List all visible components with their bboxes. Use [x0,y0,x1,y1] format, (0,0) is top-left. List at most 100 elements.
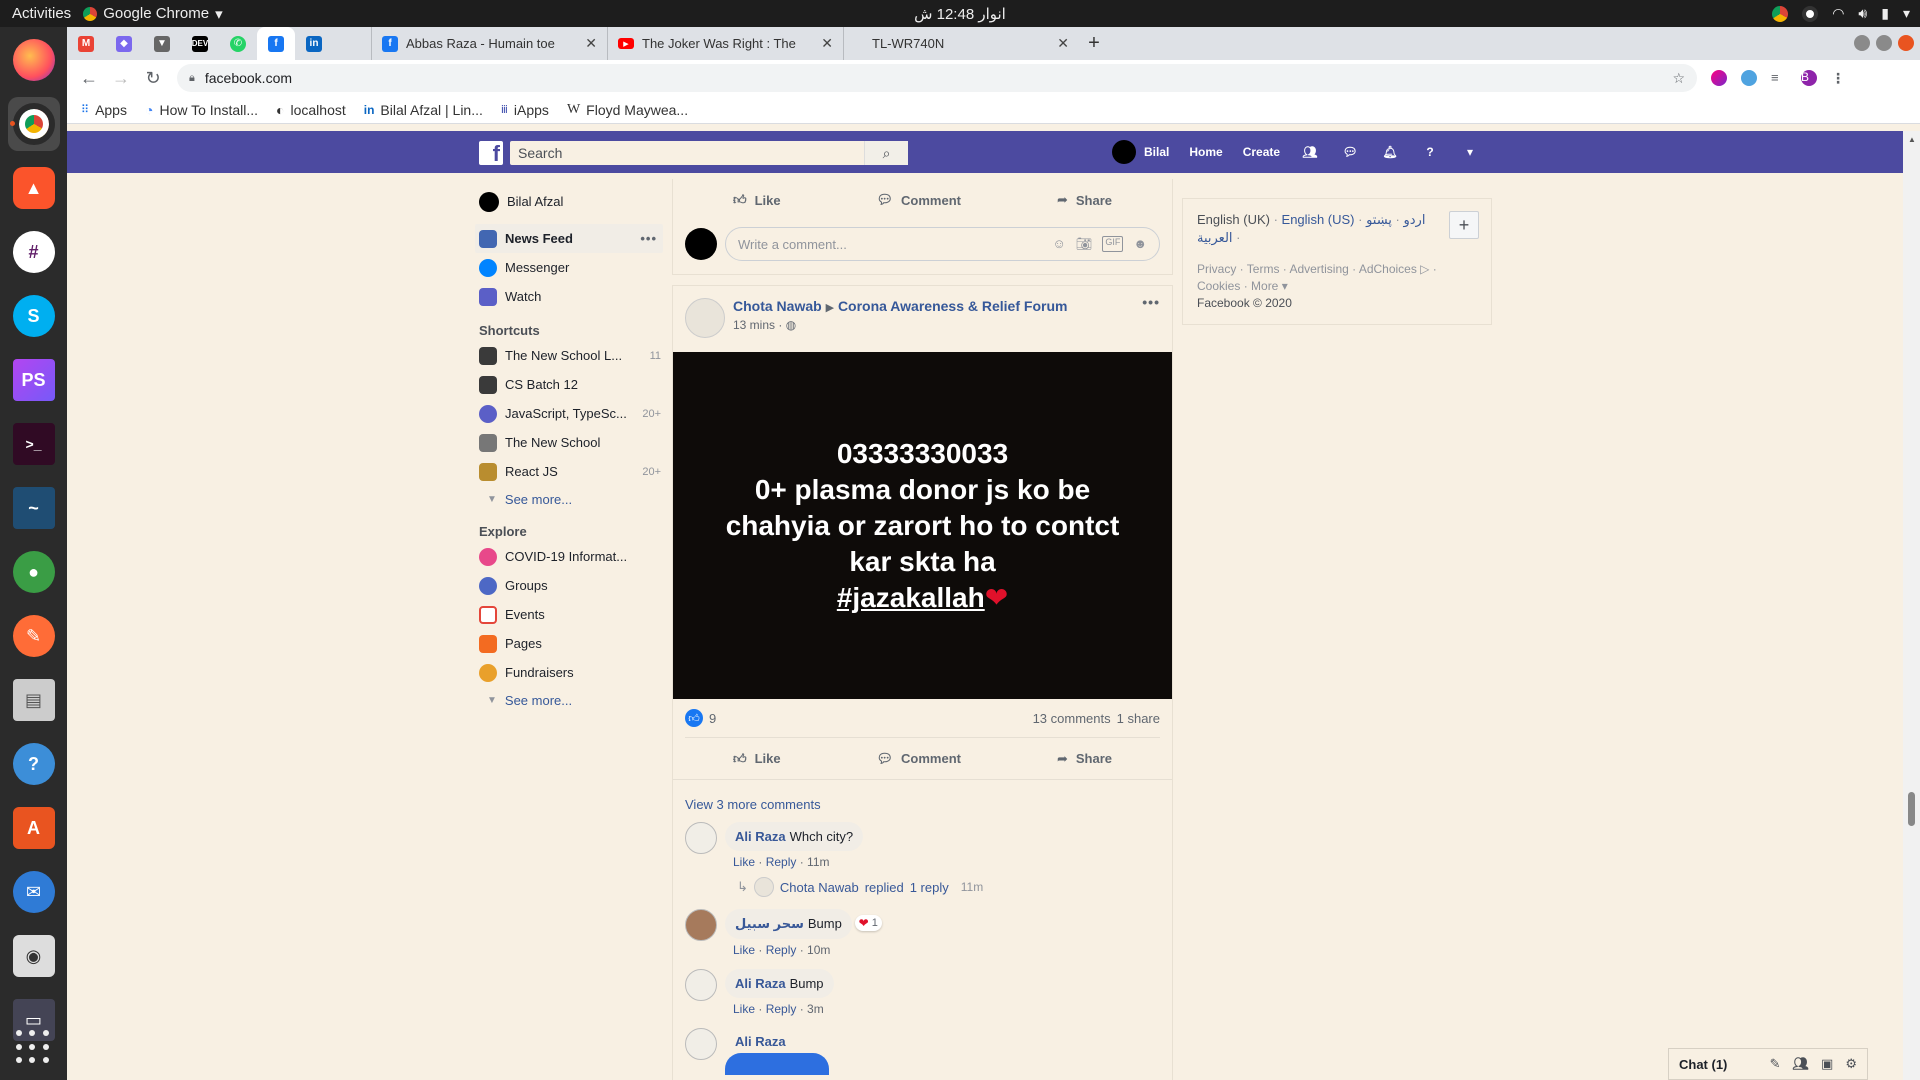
comment-time[interactable]: 11m [807,855,829,869]
profile-avatar[interactable]: B [1801,70,1817,86]
likes-count[interactable]: 9 [709,711,716,726]
tab-router[interactable]: TL-WR740N ✕ [843,27,1079,60]
tab-clickup[interactable]: ◆ [105,27,143,60]
dock-phpstorm[interactable]: PS [8,353,60,407]
new-group-icon[interactable]: 👥︎ [1793,1056,1810,1072]
bookmark-linkedin[interactable]: in Bilal Afzal | Lin... [364,102,483,118]
bookmark-iapps[interactable]: ⅲ iApps [501,102,549,118]
extension-search-icon[interactable] [1741,70,1757,86]
explore-item-covid[interactable]: COVID-19 Informat... [475,542,663,571]
dock-firefox[interactable] [8,33,60,87]
address-bar[interactable]: 🔒︎ facebook.com ☆ [177,64,1697,92]
explore-item-events[interactable]: Events [475,600,663,629]
bookmark-floyd[interactable]: W Floyd Maywea... [567,102,688,118]
chevron-down-icon[interactable]: ▾ [1903,5,1910,22]
shares-count[interactable]: 1 share [1117,711,1160,726]
gear-icon[interactable]: ⚙ [1845,1056,1857,1072]
camera-icon[interactable]: 📷︎ [1076,236,1093,252]
bookmark-apps[interactable]: ⠿ Apps [81,102,127,118]
menu-kebab-icon[interactable]: ⋮ [1831,70,1847,86]
dock-rhythmbox[interactable]: ◉ [8,929,60,983]
comment-time[interactable]: 10m [807,943,830,957]
shortcut-item[interactable]: React JS 20+ [475,457,663,486]
tab-blank[interactable] [333,27,371,60]
dock-brave[interactable]: ▲ [8,161,60,215]
comments-count[interactable]: 13 comments [1033,711,1111,726]
comment-reply-link[interactable]: Reply [766,1002,797,1016]
post-author[interactable]: Chota Nawab [733,298,822,314]
more-languages-button[interactable]: + [1449,211,1479,239]
wifi-icon[interactable]: ◠ [1832,5,1844,22]
facebook-logo[interactable]: f [479,141,503,165]
dock-help[interactable]: ? [8,737,60,791]
dock-files[interactable]: ▤ [8,673,60,727]
tab-facebook[interactable]: f [257,27,295,60]
footer-line[interactable]: Cookies · More ▾ [1197,278,1477,295]
new-tab-button[interactable]: + [1079,27,1109,60]
scroll-up-icon[interactable]: ▲ [1908,135,1916,144]
explore-see-more[interactable]: ▼ See more... [475,687,663,713]
extension-moon-icon[interactable] [1711,70,1727,86]
tab-dev[interactable]: DEV [181,27,219,60]
commenter-name[interactable]: Ali Raza [735,976,786,991]
scrollbar-thumb[interactable] [1908,792,1915,826]
back-icon[interactable]: ← [73,68,105,89]
commenter-avatar[interactable] [685,969,717,1001]
new-message-icon[interactable]: ✎ [1770,1056,1781,1072]
shortcut-item[interactable]: CS Batch 12 [475,370,663,399]
media-control-icon[interactable]: ≡ [1771,70,1787,86]
dock-postman[interactable]: ✎ [8,609,60,663]
post-time[interactable]: 13 mins [733,318,775,332]
create-link[interactable]: Create [1243,145,1280,159]
shortcut-item[interactable]: The New School [475,428,663,457]
bookmark-localhost[interactable]: ◐ localhost [276,102,346,118]
explore-item-pages[interactable]: Pages [475,629,663,658]
footer-line[interactable]: Privacy · Terms · Advertising · AdChoice… [1197,261,1477,278]
language-link[interactable]: پښتو [1366,212,1392,227]
post-options-icon[interactable]: ••• [1142,294,1160,310]
shortcuts-see-more[interactable]: ▼ See more... [475,486,663,512]
dock-thunderbird[interactable]: ✉ [8,865,60,919]
bookmark-how-to-install[interactable]: ◔ How To Install... [145,102,258,118]
tab-gmail[interactable]: M [67,27,105,60]
minimize-button[interactable] [1854,35,1870,51]
commenter-name[interactable]: سحر سبیل [735,916,804,931]
explore-item-groups[interactable]: Groups [475,571,663,600]
search-button[interactable]: ⌕ [864,141,908,165]
comment-button[interactable]: 💬︎ Comment [877,751,961,767]
show-applications-button[interactable] [15,1030,52,1066]
gif-icon[interactable]: GIF [1102,236,1124,252]
comment-like-link[interactable]: Like [733,943,755,957]
chrome-tray-icon[interactable] [1772,5,1789,22]
account-chevron-icon[interactable]: ▾ [1460,142,1480,162]
dock-chrome[interactable] [7,97,60,151]
emoji-icon[interactable]: ☺ [1053,236,1066,252]
replies-summary[interactable]: ↳ Chota Nawab replied 1 reply 11m [737,877,1160,897]
like-button[interactable]: 👍︎ Like [733,751,781,767]
tab-abbas-raza[interactable]: f Abbas Raza - Humain toe ✕ [371,27,607,60]
comment-like-link[interactable]: Like [733,855,755,869]
battery-icon[interactable]: ▮ [1881,5,1889,22]
author-avatar[interactable] [685,298,725,338]
post-group[interactable]: Corona Awareness & Relief Forum [838,298,1068,314]
language-link[interactable]: اردو [1403,212,1425,227]
language-link[interactable]: English (US) [1282,212,1355,227]
tab-whatsapp[interactable]: ✆ [219,27,257,60]
messenger-icon[interactable]: 💬︎ [1340,142,1360,162]
facebook-search-input[interactable]: Search ⌕ [510,141,908,165]
notifications-bell-icon[interactable]: 🔔︎ [1380,142,1400,162]
like-reaction-icon[interactable]: 👍︎ [685,709,703,727]
sidebar-item-watch[interactable]: Watch [475,282,663,311]
chat-bar[interactable]: Chat (1) ✎ 👥︎ ▣ ⚙ [1668,1048,1868,1080]
comment-like-link[interactable]: Like [733,1002,755,1016]
more-options-icon[interactable]: ••• [640,231,657,246]
commenter-avatar[interactable] [685,822,717,854]
tab-joker[interactable]: ▶ The Joker Was Right : The ✕ [607,27,843,60]
commenter-avatar[interactable] [685,1028,717,1060]
dock-software[interactable]: A [8,801,60,855]
profile-link[interactable]: Bilal [1112,140,1169,164]
dock-slack[interactable]: # [8,225,60,279]
sticker-icon[interactable]: ☻ [1133,236,1147,252]
language-link[interactable]: العربية [1197,230,1233,245]
help-icon[interactable]: ? [1420,142,1440,162]
